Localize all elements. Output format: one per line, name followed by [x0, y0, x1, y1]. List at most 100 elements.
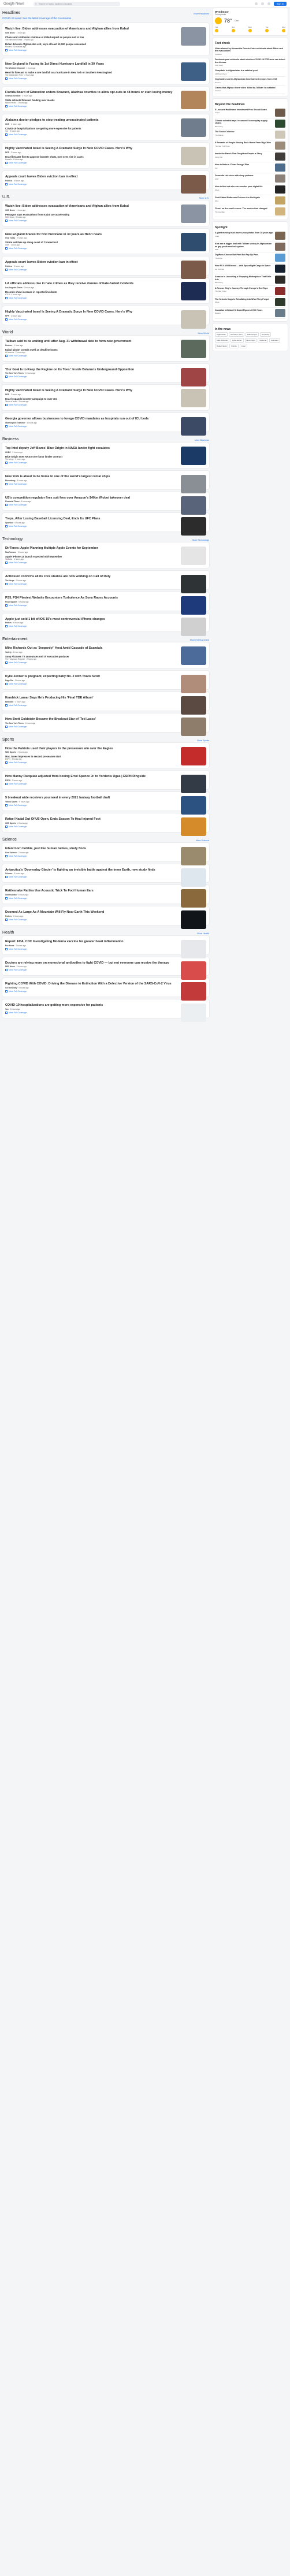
side-story-title[interactable]: Gold-Plated Bathroom Fixtures Are Hot Ag…	[215, 196, 273, 205]
story-source[interactable]: Yahoo Sports	[5, 801, 17, 803]
view-full-coverage-link[interactable]: View Full Coverage	[5, 77, 206, 80]
side-story-title[interactable]: Facebook post misleads about whether COV…	[215, 58, 285, 66]
story-thumbnail[interactable]	[181, 796, 206, 815]
side-story[interactable]: The Seismic Dogs Is Rebuilding Into What…	[215, 297, 285, 308]
story-title[interactable]: Doctors are relying more on monoclonal a…	[5, 961, 206, 965]
view-full-coverage-link[interactable]: View Full Coverage	[5, 404, 206, 407]
story-title[interactable]: Appeals court leaves Biden eviction ban …	[5, 261, 206, 264]
story-source[interactable]: Fox News	[5, 945, 14, 947]
view-full-coverage-link[interactable]: View Full Coverage	[5, 582, 206, 585]
story-source[interactable]: Page Six	[5, 679, 13, 682]
side-story[interactable]: Climate scientist says 'reconnect' to ev…	[215, 118, 285, 130]
side-story[interactable]: 'Dune' on the small screen: The movies t…	[215, 206, 285, 218]
story-title[interactable]: Report: FDA, CDC Investigating Moderna v…	[5, 940, 206, 943]
related-story[interactable]: Pentagon says evacuations from Kabul are…	[5, 213, 206, 218]
side-story-title[interactable]: The Stock Collector The Atlantic	[215, 131, 273, 139]
story-thumbnail[interactable]	[181, 367, 206, 386]
story-thumbnail[interactable]	[181, 961, 206, 980]
view-full-coverage-link[interactable]: View Full Coverage	[5, 49, 206, 51]
view-full-coverage-link[interactable]: View Full Coverage	[5, 1012, 206, 1014]
side-story-title[interactable]: Canadian Inflation Hit Dated Figures Of …	[215, 309, 273, 317]
side-story-title[interactable]: 5 Lessons Healthcare Investment Pros Sho…	[215, 109, 273, 117]
story-thumbnail[interactable]	[181, 62, 206, 81]
side-story-thumbnail[interactable]	[275, 232, 285, 240]
more-link[interactable]: More Health	[197, 932, 209, 935]
settings-icon[interactable]	[261, 2, 264, 5]
side-story-title[interactable]: Dementia risk rises with sleep patterns S…	[215, 174, 273, 183]
story-thumbnail[interactable]	[181, 868, 206, 887]
story-thumbnail[interactable]	[181, 696, 206, 715]
story-source[interactable]: NBC News	[5, 965, 15, 968]
view-full-coverage-link[interactable]: View Full Coverage	[5, 482, 206, 485]
view-full-coverage-link[interactable]: View Full Coverage	[5, 704, 206, 707]
story-source[interactable]: ESPN	[5, 779, 10, 782]
section-title[interactable]: Health	[2, 931, 14, 935]
story-title[interactable]: Mike Richards Out as 'Jeopardy!' Host Am…	[5, 646, 206, 650]
story-source[interactable]: SciTechDaily	[5, 987, 17, 989]
story-thumbnail[interactable]	[181, 646, 206, 666]
view-full-coverage-link[interactable]: View Full Coverage	[5, 105, 206, 108]
story-title[interactable]: Alabama doctor pledges to stop treating …	[5, 118, 206, 122]
side-story-title[interactable]: How PS 6 Will Extend ... with Spacefligh…	[215, 265, 273, 273]
story-title[interactable]: Activision confirms all its core studios…	[5, 575, 206, 578]
story-source[interactable]: CBS News	[5, 209, 15, 211]
related-story[interactable]: COVID-19 hospitalizations are getting mo…	[5, 127, 206, 132]
story-thumbnail[interactable]	[181, 617, 206, 636]
side-story-title[interactable]: How to Make a 'Clean Energy' Plan Vox	[215, 163, 273, 172]
story-source[interactable]: Live Science	[5, 852, 17, 854]
related-story[interactable]: Blue Origin sues NASA over lunar lander …	[5, 455, 206, 460]
story-source[interactable]: CBS Sports	[5, 822, 16, 824]
view-full-coverage-link[interactable]: View Full Coverage	[5, 990, 206, 993]
section-title[interactable]: World	[2, 330, 13, 334]
related-story[interactable]: Sony Pictures TV announces exit of execu…	[5, 655, 206, 660]
story-thumbnail[interactable]	[181, 939, 206, 958]
story-thumbnail[interactable]	[181, 717, 206, 736]
section-title[interactable]: Sports	[2, 738, 14, 742]
story-title[interactable]: Kendrick Lamar Says He's Producing His '…	[5, 696, 206, 700]
more-link[interactable]: More Headlines	[194, 13, 209, 15]
story-title[interactable]: Highly Vaccinated Israel Is Seeing A Dra…	[5, 389, 206, 392]
related-story[interactable]: Chaos and confusion continue at Kabul ai…	[5, 36, 206, 41]
side-story[interactable]: Gold-Plated Bathroom Fixtures Are Hot Ag…	[215, 195, 285, 207]
side-story-thumbnail[interactable]	[275, 163, 285, 172]
more-link[interactable]: More Entertainment	[190, 639, 209, 641]
story-source[interactable]: USA Today	[5, 237, 15, 239]
story-source[interactable]: Washington Examiner	[5, 422, 25, 424]
side-story-thumbnail[interactable]	[275, 131, 285, 139]
side-story[interactable]: Canadian Inflation Hit Dated Figures Of …	[215, 308, 285, 319]
side-story[interactable]: A giant moving truck saves your photos f…	[215, 231, 285, 242]
story-title[interactable]: Watch live: Biden addresses evacuation o…	[5, 27, 206, 31]
side-story-thumbnail[interactable]	[275, 243, 285, 251]
side-story[interactable]: Dementia risk rises with sleep patterns S…	[215, 173, 285, 185]
story-thumbnail[interactable]	[181, 517, 206, 536]
section-title[interactable]: Business	[2, 437, 18, 441]
side-story-title[interactable]: 'Hospitals' in Afghanistan is a satirica…	[215, 69, 285, 75]
view-full-coverage-link[interactable]: View Full Coverage	[5, 161, 206, 164]
topic-chip[interactable]: Mike Richards	[215, 337, 230, 343]
story-thumbnail[interactable]	[181, 204, 206, 223]
side-story-title[interactable]: 5 Remarks of People Moving Back Home Fro…	[215, 142, 273, 150]
side-story-thumbnail[interactable]	[275, 153, 285, 161]
view-full-coverage-link[interactable]: View Full Coverage	[5, 918, 206, 921]
story-thumbnail[interactable]	[181, 446, 206, 465]
google-news-logo[interactable]: Google News	[3, 2, 24, 6]
story-source[interactable]: Science	[5, 872, 12, 875]
topic-chip[interactable]: Blue Origin	[244, 337, 257, 343]
view-full-coverage-link[interactable]: View Full Coverage	[5, 876, 206, 879]
section-title[interactable]: U.S.	[2, 195, 10, 199]
more-link[interactable]: More Technology	[192, 539, 209, 541]
topic-chip[interactable]: Activision	[269, 337, 280, 343]
view-full-coverage-link[interactable]: View Full Coverage	[5, 661, 206, 664]
side-story-thumbnail[interactable]	[275, 298, 285, 306]
story-thumbnail[interactable]	[181, 282, 206, 301]
side-story[interactable]: Vegetables sold in Afghanistan have bann…	[215, 77, 285, 86]
view-full-coverage-link[interactable]: View Full Coverage	[5, 604, 206, 607]
section-title[interactable]: Technology	[2, 537, 23, 541]
topic-chip[interactable]: Jeopardy!	[259, 332, 272, 337]
story-title[interactable]: Doomed As Large As A Mountain Will Fly N…	[5, 910, 206, 914]
story-thumbnail[interactable]	[181, 147, 206, 166]
side-story[interactable]: How to Make a 'Clean Energy' Plan Vox	[215, 162, 285, 174]
side-story-title[interactable]: DigiPass Choose Not Print But Pay Up Pas…	[215, 254, 273, 262]
related-story[interactable]: Mac Jones impresses in second preseason …	[5, 755, 206, 760]
story-title[interactable]: Treps, After Losing Baseball Licensing D…	[5, 517, 206, 521]
